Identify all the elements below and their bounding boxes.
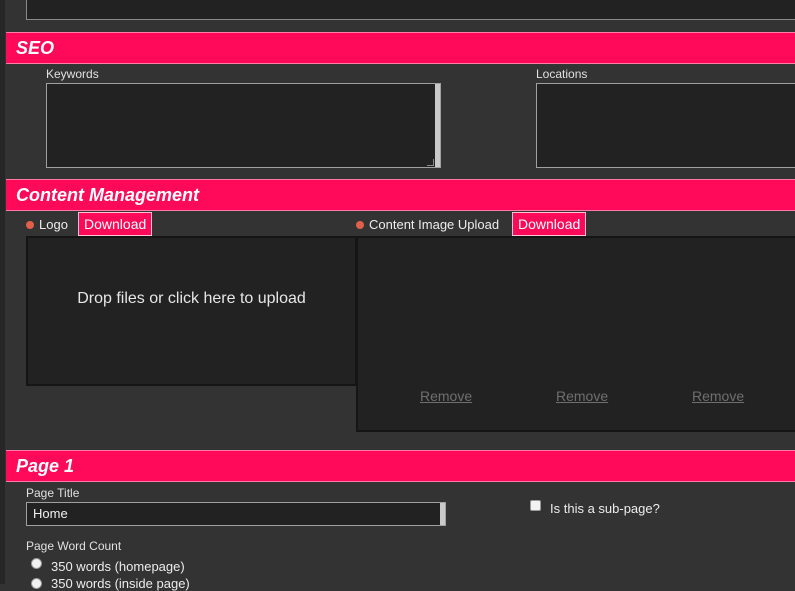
page1-section-header: Page 1: [6, 450, 795, 482]
logo-dropzone[interactable]: Drop files or click here to upload: [26, 236, 357, 386]
content-management-section-title: Content Management: [16, 185, 200, 205]
page-title-label: Page Title: [26, 486, 80, 500]
dropzone-instruction: Drop files or click here to upload: [77, 290, 306, 307]
remove-image-link-2[interactable]: Remove: [556, 388, 608, 404]
page1-section-title: Page 1: [16, 456, 75, 476]
logo-label: Logo: [39, 217, 68, 232]
left-border-strip: [0, 0, 5, 584]
page-title-input-edge: [440, 503, 445, 525]
content-image-status-dot-icon: [356, 221, 364, 229]
keywords-scrollbar[interactable]: [435, 84, 440, 167]
word-count-label: Page Word Count: [26, 539, 122, 553]
resize-grip-icon[interactable]: [427, 159, 434, 166]
word-count-radio-homepage[interactable]: [31, 558, 42, 569]
locations-textarea[interactable]: [536, 83, 795, 168]
word-count-option-homepage: 350 words (homepage): [51, 559, 185, 574]
locations-label: Locations: [536, 67, 588, 81]
subpage-label: Is this a sub-page?: [550, 501, 660, 516]
keywords-textarea[interactable]: [46, 83, 441, 168]
seo-section-title: SEO: [16, 38, 55, 58]
content-management-section-header: Content Management: [6, 179, 795, 211]
seo-section-header: SEO: [6, 32, 795, 64]
keywords-label: Keywords: [46, 67, 99, 81]
content-image-dropzone[interactable]: Remove Remove Remove: [356, 236, 795, 432]
content-image-upload-label: Content Image Upload: [369, 217, 500, 232]
content-image-download-button[interactable]: Download: [512, 212, 587, 236]
remove-image-link-3[interactable]: Remove: [692, 388, 744, 404]
subpage-checkbox[interactable]: [530, 500, 541, 511]
page-title-input[interactable]: Home: [26, 502, 446, 526]
logo-download-button[interactable]: Download: [78, 212, 153, 236]
logo-status-dot-icon: [26, 221, 34, 229]
previous-textarea[interactable]: [26, 0, 795, 20]
remove-image-link-1[interactable]: Remove: [420, 388, 472, 404]
